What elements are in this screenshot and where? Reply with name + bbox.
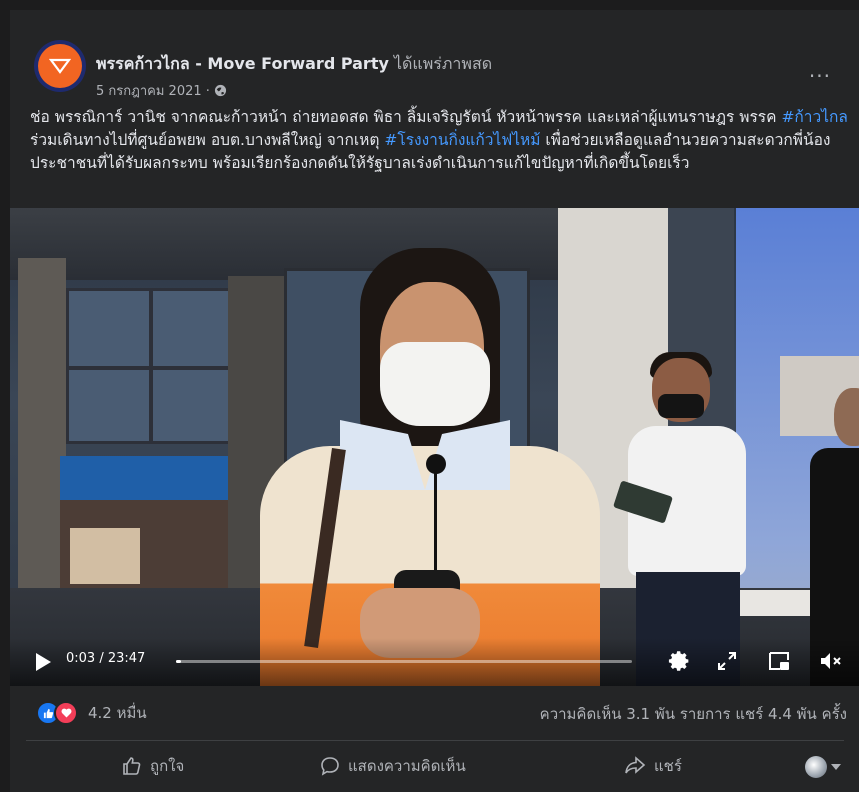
post-date[interactable]: 5 กรกฎาคม 2021 · [96,80,210,101]
video-person-woman [230,248,630,686]
video-scene-awning [60,456,230,500]
like-label: ถูกใจ [150,757,185,775]
post-actions: ถูกใจ แสดงความคิดเห็น แชร์ [10,744,859,790]
fullscreen-button[interactable] [714,648,740,674]
more-options-button[interactable]: ... [809,58,831,82]
love-reaction-icon [54,701,78,725]
picture-in-picture-icon [769,652,789,670]
comments-shares-count[interactable]: ความคิดเห็น 3.1 พัน รายการ แชร์ 4.4 พัน … [540,702,847,726]
speaker-muted-icon [821,653,841,669]
video-person-man [610,352,760,686]
comment-icon [321,757,339,776]
share-button[interactable]: แชร์ [624,754,682,778]
settings-button[interactable] [666,648,692,674]
post-text-part: ช่อ พรรณิการ์ วานิช จากคณะก้าวหน้า ถ่ายท… [30,108,782,126]
post-text-part: ร่วมเดินทางไปที่ศูนย์อพยพ อบต.บางพลีใหญ่… [30,131,385,149]
share-icon [625,756,646,774]
post-as-selector[interactable] [805,756,841,778]
video-progress-fill [176,660,181,663]
mute-button[interactable] [818,648,844,674]
live-status-text: ได้แพร่ภาพสด [388,54,493,73]
logo-arrow-icon [49,58,71,74]
gear-icon [668,651,689,671]
chevron-down-icon [831,764,841,770]
hashtag-link[interactable]: #ก้าวไกล [781,108,847,126]
video-controls: 0:03 / 23:47 [10,638,859,686]
mini-player-button[interactable] [766,648,792,674]
play-icon [36,653,51,671]
video-scene-shop-light [70,528,140,584]
comment-label: แสดงความคิดเห็น [348,757,466,775]
video-scene-window [66,288,232,444]
post-card: พรรคก้าวไกล - Move Forward Party ได้แพร่… [10,10,859,792]
divider [26,740,844,741]
globe-icon [214,84,226,97]
like-button[interactable]: ถูกใจ [122,754,184,778]
post-text: ช่อ พรรณิการ์ วานิช จากคณะก้าวหน้า ถ่ายท… [30,106,850,175]
video-player[interactable]: 0:03 / 23:47 [10,208,859,686]
thumbs-up-icon [123,757,141,775]
video-progress-bar[interactable] [176,660,632,663]
video-time: 0:03 / 23:47 [66,651,146,666]
post-meta: 5 กรกฎาคม 2021 · [96,80,227,101]
hashtag-link[interactable]: #โรงงานกิ่งแก้วไฟไหม้ [384,131,540,149]
post-stats: 4.2 หมื่น ความคิดเห็น 3.1 พัน รายการ แชร… [10,686,859,736]
page-name-link[interactable]: พรรคก้าวไกล - Move Forward Party [96,54,389,73]
page-avatar[interactable] [34,40,86,92]
user-avatar [805,756,827,778]
comment-button[interactable]: แสดงความคิดเห็น [320,754,466,778]
expand-icon [718,652,736,670]
share-label: แชร์ [654,757,682,775]
post-author-line: พรรคก้าวไกล - Move Forward Party ได้แพร่… [96,52,492,77]
post-header: พรรคก้าวไกล - Move Forward Party ได้แพร่… [34,28,841,99]
reactions-summary[interactable]: 4.2 หมื่น [36,701,147,725]
play-button[interactable] [34,652,52,676]
move-forward-logo [38,44,82,88]
reaction-count[interactable]: 4.2 หมื่น [88,701,147,725]
